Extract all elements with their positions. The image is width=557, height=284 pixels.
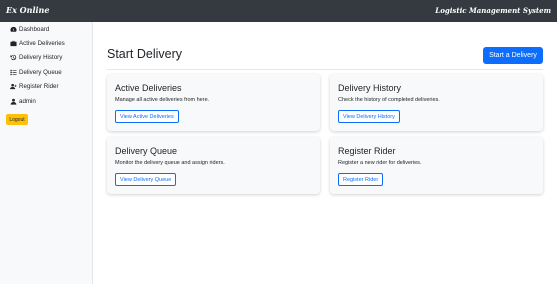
- card-description: Check the history of completed deliverie…: [338, 97, 440, 103]
- register-rider-button[interactable]: Register Rider: [338, 173, 384, 186]
- sidebar-item-label: Delivery Queue: [19, 68, 62, 76]
- sidebar-item-delivery-history[interactable]: Delivery History: [10, 52, 62, 62]
- card-description: Register a new rider for deliveries.: [338, 160, 422, 166]
- system-title: Logistic Management System: [435, 6, 551, 15]
- card-description: Manage all active deliveries from here.: [115, 97, 210, 103]
- sidebar-item-label: Dashboard: [19, 25, 50, 33]
- sidebar-item-label: Delivery History: [19, 53, 63, 61]
- card-title: Delivery Queue: [115, 146, 178, 156]
- sidebar-item-dashboard[interactable]: Dashboard: [10, 24, 49, 34]
- divider: [107, 69, 543, 70]
- card-delivery-history: Delivery History Check the history of co…: [330, 74, 543, 131]
- logout-button[interactable]: Logout: [6, 114, 28, 125]
- view-delivery-history-button[interactable]: View Delivery History: [338, 110, 400, 123]
- card-title: Register Rider: [338, 146, 396, 156]
- main-content: Start Delivery Start a Delivery Active D…: [93, 22, 557, 284]
- start-delivery-button[interactable]: Start a Delivery: [483, 47, 543, 64]
- user-icon: [10, 98, 17, 105]
- sidebar-item-label: admin: [19, 97, 36, 105]
- card-title: Delivery History: [338, 83, 402, 93]
- list-icon: [10, 69, 17, 75]
- sidebar-item-label: Register Rider: [19, 82, 59, 90]
- user-plus-icon: [10, 83, 17, 89]
- brand-logo[interactable]: Ex Online: [6, 5, 49, 15]
- sidebar-item-label: Active Deliveries: [19, 39, 65, 47]
- card-delivery-queue: Delivery Queue Monitor the delivery queu…: [107, 137, 320, 194]
- history-icon: [10, 54, 17, 60]
- card-active-deliveries: Active Deliveries Manage all active deli…: [107, 74, 320, 131]
- card-description: Monitor the delivery queue and assign ri…: [115, 160, 225, 166]
- briefcase-icon: [10, 40, 17, 46]
- card-title: Active Deliveries: [115, 83, 182, 93]
- dashboard-icon: [10, 26, 17, 32]
- card-register-rider: Register Rider Register a new rider for …: [330, 137, 543, 194]
- sidebar-item-admin[interactable]: admin: [10, 96, 36, 106]
- sidebar: Dashboard Active Deliveries Delivery His…: [0, 22, 93, 284]
- sidebar-item-delivery-queue[interactable]: Delivery Queue: [10, 67, 62, 77]
- view-delivery-queue-button[interactable]: View Delivery Queue: [115, 173, 177, 186]
- sidebar-item-register-rider[interactable]: Register Rider: [10, 81, 59, 91]
- top-navbar: Ex Online Logistic Management System: [0, 0, 557, 22]
- view-active-deliveries-button[interactable]: View Active Deliveries: [115, 110, 179, 123]
- page-title: Start Delivery: [107, 47, 183, 61]
- sidebar-item-active-deliveries[interactable]: Active Deliveries: [10, 38, 65, 48]
